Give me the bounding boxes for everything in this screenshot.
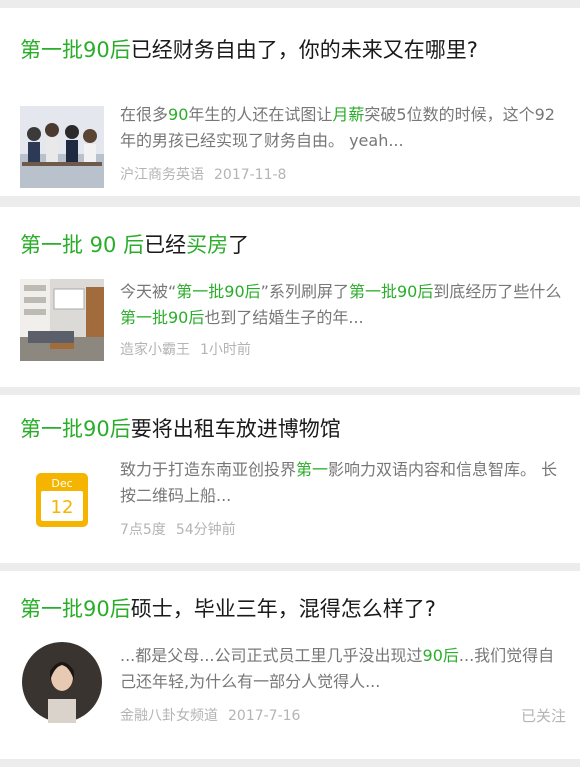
calendar-month: Dec: [51, 477, 72, 490]
group-photo-icon: [20, 106, 104, 188]
result-thumbnail: [20, 641, 104, 723]
result-source[interactable]: 7点5度: [120, 522, 166, 538]
result-time: 2017-11-8: [214, 167, 287, 183]
result-thumbnail: [20, 279, 104, 361]
result-title[interactable]: 第一批 90 后已经买房了: [20, 229, 540, 261]
result-snippet: ...都是父母...公司正式员工里几乎没出现过90后...我们觉得自己还年轻,为…: [120, 646, 555, 691]
result-title[interactable]: 第一批90后已经财务自由了，你的未来又在哪里?: [20, 34, 540, 66]
result-snippet: 致力于打造东南亚创投界第一影响力双语内容和信息智库。 长按二维码上船...: [120, 460, 558, 505]
search-results-feed: 第一批90后已经财务自由了，你的未来又在哪里? 在很多90年生的人还在试图让月薪…: [0, 0, 580, 767]
result-source[interactable]: 金融八卦女频道: [120, 708, 218, 724]
result-card[interactable]: 第一批90后已经财务自由了，你的未来又在哪里? 在很多90年生的人还在试图让月薪…: [0, 8, 580, 196]
result-thumbnail: [20, 106, 104, 188]
living-room-photo-icon: [20, 279, 104, 361]
result-source[interactable]: 沪江商务英语: [120, 167, 204, 183]
result-title[interactable]: 第一批90后要将出租车放进博物馆: [20, 413, 540, 445]
calendar-day: 12: [51, 497, 74, 518]
result-time: 54分钟前: [175, 522, 236, 538]
followed-label[interactable]: 已关注: [521, 705, 566, 726]
result-meta: 造家小霸王 1小时前: [120, 340, 564, 360]
result-card[interactable]: 第一批90后要将出租车放进博物馆 Dec 12 致力于打造东南亚创投界第一影响力…: [0, 395, 580, 563]
result-card[interactable]: 第一批90后硕士，毕业三年，混得怎么样了? ...都是父母...公司正式员工里几…: [0, 571, 580, 759]
result-title[interactable]: 第一批90后硕士，毕业三年，混得怎么样了?: [20, 593, 540, 625]
result-meta: 金融八卦女频道 2017-7-16: [120, 706, 490, 726]
result-source[interactable]: 造家小霸王: [120, 342, 190, 358]
result-thumbnail: Dec 12: [20, 461, 104, 543]
result-snippet: 在很多90年生的人还在试图让月薪突破5位数的时候，这个92年的男孩已经实现了财务…: [120, 105, 555, 150]
result-time: 2017-7-16: [228, 708, 301, 724]
result-meta: 7点5度 54分钟前: [120, 520, 564, 540]
result-card[interactable]: 第一批 90 后已经买房了 今天被“第一批90后”系列刷屏了第一批90后到底经历…: [0, 207, 580, 387]
result-time: 1小时前: [200, 342, 251, 358]
calendar-icon: Dec 12: [20, 461, 104, 543]
avatar-portrait-icon: [20, 641, 104, 723]
result-meta: 沪江商务英语 2017-11-8: [120, 165, 564, 185]
result-snippet: 今天被“第一批90后”系列刷屏了第一批90后到底经历了些什么第一批90后也到了结…: [120, 282, 562, 327]
